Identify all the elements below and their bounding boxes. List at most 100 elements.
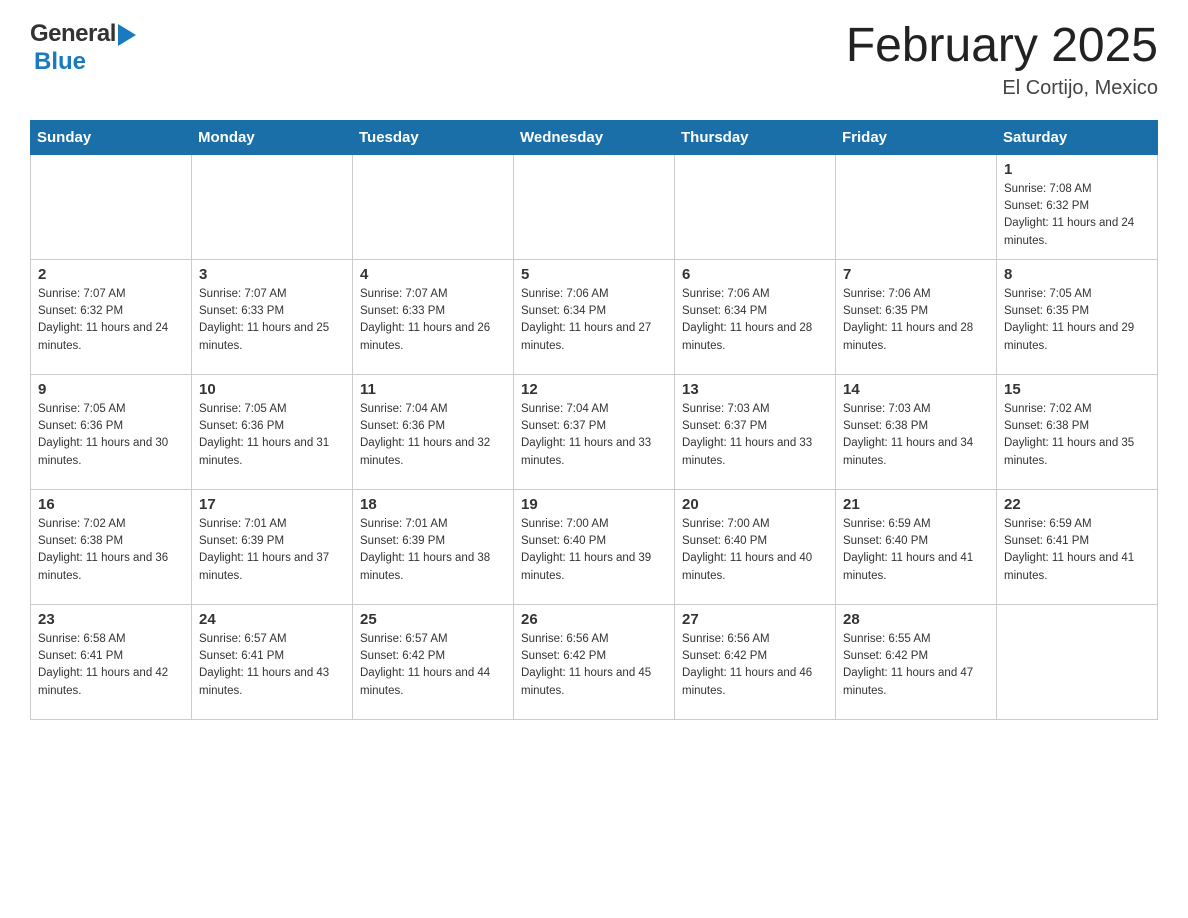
day-info: Sunrise: 7:06 AMSunset: 6:34 PMDaylight:…	[521, 286, 667, 355]
day-info: Sunrise: 7:00 AMSunset: 6:40 PMDaylight:…	[682, 516, 828, 585]
day-info: Sunrise: 6:58 AMSunset: 6:41 PMDaylight:…	[38, 631, 184, 700]
day-info: Sunrise: 7:02 AMSunset: 6:38 PMDaylight:…	[1004, 401, 1150, 470]
logo: General Blue	[30, 20, 136, 76]
day-info: Sunrise: 7:03 AMSunset: 6:37 PMDaylight:…	[682, 401, 828, 470]
day-info: Sunrise: 7:06 AMSunset: 6:34 PMDaylight:…	[682, 286, 828, 355]
day-header-sunday: Sunday	[31, 120, 192, 154]
calendar-cell	[997, 604, 1158, 719]
day-number: 28	[843, 611, 989, 628]
calendar-cell	[675, 154, 836, 259]
day-info: Sunrise: 7:06 AMSunset: 6:35 PMDaylight:…	[843, 286, 989, 355]
day-number: 23	[38, 611, 184, 628]
day-number: 27	[682, 611, 828, 628]
calendar-cell	[353, 154, 514, 259]
calendar-cell	[192, 154, 353, 259]
day-number: 15	[1004, 381, 1150, 398]
calendar-header-row: SundayMondayTuesdayWednesdayThursdayFrid…	[31, 120, 1158, 154]
day-number: 1	[1004, 161, 1150, 178]
day-info: Sunrise: 7:05 AMSunset: 6:35 PMDaylight:…	[1004, 286, 1150, 355]
calendar-cell: 11 Sunrise: 7:04 AMSunset: 6:36 PMDayligh…	[353, 374, 514, 489]
calendar-week-5: 23 Sunrise: 6:58 AMSunset: 6:41 PMDayligh…	[31, 604, 1158, 719]
page-header: General Blue February 2025 El Cortijo, M…	[30, 20, 1158, 100]
day-info: Sunrise: 6:57 AMSunset: 6:42 PMDaylight:…	[360, 631, 506, 700]
day-number: 22	[1004, 496, 1150, 513]
day-number: 19	[521, 496, 667, 513]
day-info: Sunrise: 7:01 AMSunset: 6:39 PMDaylight:…	[199, 516, 345, 585]
day-info: Sunrise: 7:01 AMSunset: 6:39 PMDaylight:…	[360, 516, 506, 585]
location: El Cortijo, Mexico	[846, 77, 1158, 100]
day-info: Sunrise: 7:05 AMSunset: 6:36 PMDaylight:…	[199, 401, 345, 470]
logo-blue-text: Blue	[34, 48, 86, 75]
month-title: February 2025	[846, 20, 1158, 73]
day-header-tuesday: Tuesday	[353, 120, 514, 154]
day-header-wednesday: Wednesday	[514, 120, 675, 154]
calendar-cell: 18 Sunrise: 7:01 AMSunset: 6:39 PMDayligh…	[353, 489, 514, 604]
day-info: Sunrise: 6:56 AMSunset: 6:42 PMDaylight:…	[682, 631, 828, 700]
day-info: Sunrise: 7:03 AMSunset: 6:38 PMDaylight:…	[843, 401, 989, 470]
day-number: 9	[38, 381, 184, 398]
calendar-cell: 9 Sunrise: 7:05 AMSunset: 6:36 PMDaylight…	[31, 374, 192, 489]
calendar-cell: 7Sunrise: 7:06 AMSunset: 6:35 PMDaylight…	[836, 259, 997, 374]
calendar-cell: 19Sunrise: 7:00 AMSunset: 6:40 PMDayligh…	[514, 489, 675, 604]
day-info: Sunrise: 6:56 AMSunset: 6:42 PMDaylight:…	[521, 631, 667, 700]
day-info: Sunrise: 6:59 AMSunset: 6:41 PMDaylight:…	[1004, 516, 1150, 585]
day-header-friday: Friday	[836, 120, 997, 154]
calendar-cell	[514, 154, 675, 259]
day-info: Sunrise: 7:04 AMSunset: 6:36 PMDaylight:…	[360, 401, 506, 470]
calendar-table: SundayMondayTuesdayWednesdayThursdayFrid…	[30, 120, 1158, 720]
calendar-cell: 3 Sunrise: 7:07 AMSunset: 6:33 PMDaylight…	[192, 259, 353, 374]
calendar-cell: 24 Sunrise: 6:57 AMSunset: 6:41 PMDayligh…	[192, 604, 353, 719]
day-number: 3	[199, 266, 345, 283]
day-info: Sunrise: 6:57 AMSunset: 6:41 PMDaylight:…	[199, 631, 345, 700]
calendar-cell: 6 Sunrise: 7:06 AMSunset: 6:34 PMDaylight…	[675, 259, 836, 374]
calendar-cell: 28 Sunrise: 6:55 AMSunset: 6:42 PMDayligh…	[836, 604, 997, 719]
calendar-cell: 21 Sunrise: 6:59 AMSunset: 6:40 PMDayligh…	[836, 489, 997, 604]
calendar-cell: 15 Sunrise: 7:02 AMSunset: 6:38 PMDayligh…	[997, 374, 1158, 489]
day-number: 18	[360, 496, 506, 513]
day-info: Sunrise: 6:55 AMSunset: 6:42 PMDaylight:…	[843, 631, 989, 700]
calendar-week-3: 9 Sunrise: 7:05 AMSunset: 6:36 PMDaylight…	[31, 374, 1158, 489]
calendar-week-4: 16 Sunrise: 7:02 AMSunset: 6:38 PMDayligh…	[31, 489, 1158, 604]
calendar-cell: 27 Sunrise: 6:56 AMSunset: 6:42 PMDayligh…	[675, 604, 836, 719]
day-number: 26	[521, 611, 667, 628]
calendar-week-1: 1 Sunrise: 7:08 AMSunset: 6:32 PMDaylight…	[31, 154, 1158, 259]
calendar-cell: 12 Sunrise: 7:04 AMSunset: 6:37 PMDayligh…	[514, 374, 675, 489]
day-number: 14	[843, 381, 989, 398]
day-number: 11	[360, 381, 506, 398]
day-number: 6	[682, 266, 828, 283]
calendar-cell: 16 Sunrise: 7:02 AMSunset: 6:38 PMDayligh…	[31, 489, 192, 604]
day-info: Sunrise: 7:08 AMSunset: 6:32 PMDaylight:…	[1004, 181, 1150, 250]
calendar-cell: 17 Sunrise: 7:01 AMSunset: 6:39 PMDayligh…	[192, 489, 353, 604]
day-number: 17	[199, 496, 345, 513]
calendar-cell: 2Sunrise: 7:07 AMSunset: 6:32 PMDaylight…	[31, 259, 192, 374]
day-number: 21	[843, 496, 989, 513]
calendar-cell: 8 Sunrise: 7:05 AMSunset: 6:35 PMDaylight…	[997, 259, 1158, 374]
calendar-cell: 4Sunrise: 7:07 AMSunset: 6:33 PMDaylight…	[353, 259, 514, 374]
calendar-cell: 26 Sunrise: 6:56 AMSunset: 6:42 PMDayligh…	[514, 604, 675, 719]
calendar-cell	[836, 154, 997, 259]
day-info: Sunrise: 6:59 AMSunset: 6:40 PMDaylight:…	[843, 516, 989, 585]
day-number: 25	[360, 611, 506, 628]
day-number: 16	[38, 496, 184, 513]
day-info: Sunrise: 7:07 AMSunset: 6:33 PMDaylight:…	[360, 286, 506, 355]
calendar-cell: 1 Sunrise: 7:08 AMSunset: 6:32 PMDaylight…	[997, 154, 1158, 259]
calendar-cell: 20 Sunrise: 7:00 AMSunset: 6:40 PMDayligh…	[675, 489, 836, 604]
day-header-thursday: Thursday	[675, 120, 836, 154]
day-info: Sunrise: 7:07 AMSunset: 6:33 PMDaylight:…	[199, 286, 345, 355]
day-number: 5	[521, 266, 667, 283]
day-number: 12	[521, 381, 667, 398]
calendar-cell: 5 Sunrise: 7:06 AMSunset: 6:34 PMDaylight…	[514, 259, 675, 374]
calendar-cell	[31, 154, 192, 259]
day-number: 24	[199, 611, 345, 628]
calendar-cell: 22 Sunrise: 6:59 AMSunset: 6:41 PMDayligh…	[997, 489, 1158, 604]
title-block: February 2025 El Cortijo, Mexico	[846, 20, 1158, 100]
day-info: Sunrise: 7:05 AMSunset: 6:36 PMDaylight:…	[38, 401, 184, 470]
calendar-cell: 25 Sunrise: 6:57 AMSunset: 6:42 PMDayligh…	[353, 604, 514, 719]
day-number: 2	[38, 266, 184, 283]
day-header-saturday: Saturday	[997, 120, 1158, 154]
logo-general-text: General	[30, 20, 116, 48]
day-number: 20	[682, 496, 828, 513]
day-info: Sunrise: 7:04 AMSunset: 6:37 PMDaylight:…	[521, 401, 667, 470]
day-number: 8	[1004, 266, 1150, 283]
day-info: Sunrise: 7:02 AMSunset: 6:38 PMDaylight:…	[38, 516, 184, 585]
